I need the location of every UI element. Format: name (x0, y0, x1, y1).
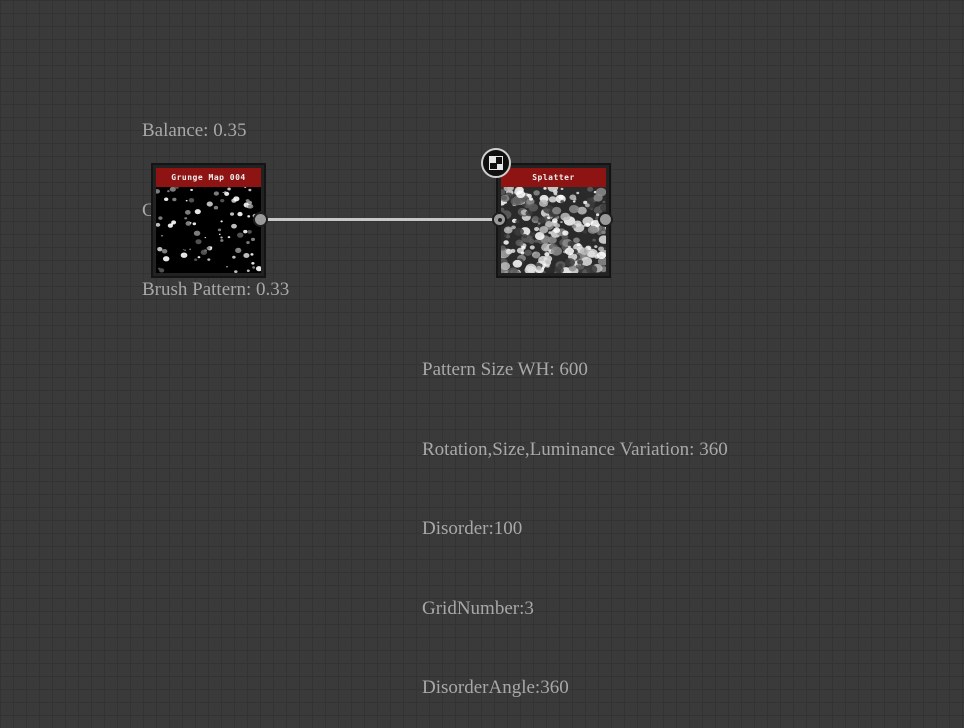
param-disorder: Disorder:100 (422, 518, 523, 539)
splatter-node-title: Splatter (501, 168, 606, 187)
param-pattern-size: Pattern Size WH: 600 (422, 359, 588, 380)
splatter-output-port[interactable] (598, 212, 613, 227)
grunge-node-title: Grunge Map 004 (156, 168, 261, 187)
splatter-node[interactable]: Splatter (496, 163, 611, 278)
checker-pattern-icon[interactable] (481, 148, 511, 178)
splatter-node-thumbnail (501, 187, 606, 273)
param-brush-pattern: Brush Pattern: 0.33 (142, 279, 290, 300)
grunge-map-node[interactable]: Grunge Map 004 (151, 163, 266, 278)
connection-wire[interactable] (266, 218, 494, 221)
param-disorder-angle: DisorderAngle:360 (422, 677, 569, 698)
grunge-node-thumbnail (156, 187, 261, 273)
grunge-output-port[interactable] (253, 212, 268, 227)
param-balance: Balance: 0.35 (142, 120, 247, 141)
splatter-parameter-list: Pattern Size WH: 600 Rotation,Size,Lumin… (422, 304, 728, 728)
param-grid-number: GridNumber:3 (422, 597, 534, 619)
param-variation: Rotation,Size,Luminance Variation: 360 (422, 438, 728, 460)
splatter-input-port[interactable] (492, 212, 507, 227)
